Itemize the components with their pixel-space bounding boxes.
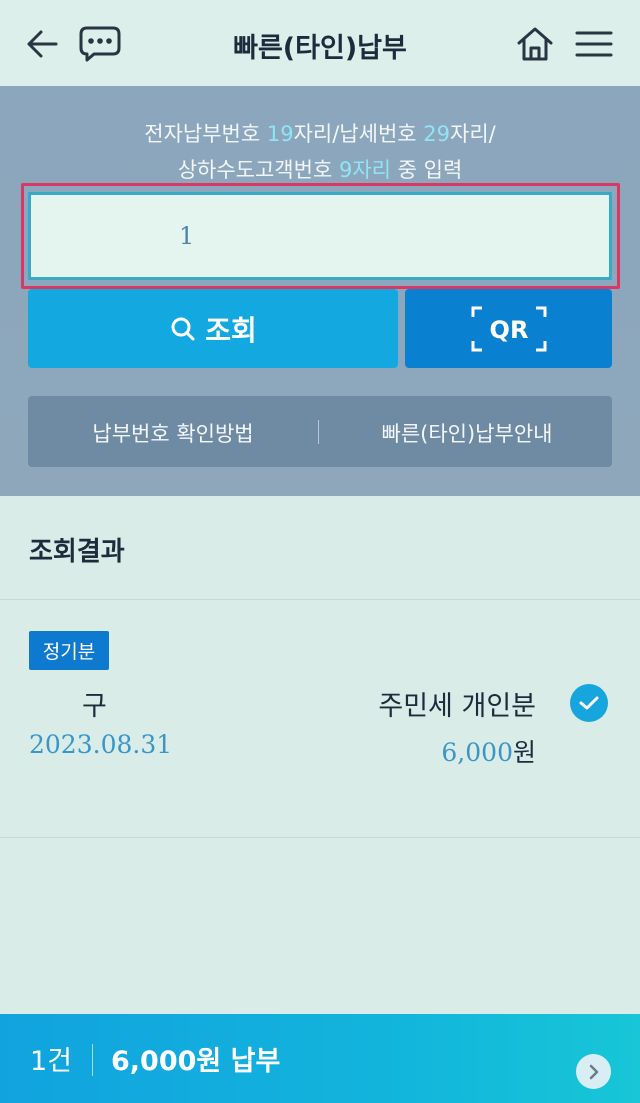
hamburger-menu-icon (575, 31, 613, 57)
result-divider-top (0, 599, 640, 600)
pay-bar-divider (92, 1044, 93, 1076)
guide-text: 자리/ (450, 122, 496, 146)
selected-count: 1건 (30, 1046, 73, 1077)
guide-text: 자리/납세번호 (293, 122, 424, 146)
home-button[interactable] (513, 22, 557, 66)
guide-line-1: 전자납부번호 19자리/납세번호 29자리/ (0, 116, 640, 152)
search-button[interactable]: 조회 (28, 289, 398, 368)
due-date: 2023.08.31 (29, 730, 173, 759)
region-label: 구 (82, 691, 107, 722)
pay-button-label: 6,000원 납부 (111, 1046, 281, 1077)
period-badge: 정기분 (29, 631, 109, 670)
qr-scan-icon: QR (471, 306, 546, 351)
guide-highlight-text: 19 (266, 122, 294, 146)
guide-text: 중 입력 (390, 158, 463, 182)
amount-value: 6,000 (441, 738, 513, 767)
qr-scan-button[interactable]: QR (405, 289, 612, 368)
item-checkbox[interactable] (570, 684, 608, 722)
pay-bar[interactable]: 1건 6,000원 납부 (0, 1014, 640, 1103)
search-panel: 전자납부번호 19자리/납세번호 29자리/ 상하수도고객번호 9자리 중 입력… (0, 86, 640, 496)
search-icon (169, 315, 197, 343)
payment-number-field[interactable] (28, 192, 612, 280)
tax-name: 주민세 개인분 (378, 691, 536, 722)
check-method-link[interactable]: 납부번호 확인방법 (28, 418, 318, 448)
payment-number-input[interactable] (31, 195, 609, 277)
help-link-bar: 납부번호 확인방법 빠른(타인)납부안내 (28, 396, 612, 467)
item-amount: 6,000원 (441, 733, 536, 769)
qr-label: QR (489, 316, 528, 344)
result-section-title: 조회결과 (29, 537, 125, 567)
guide-highlight-text: 9자리 (338, 158, 391, 182)
chevron-right-icon (576, 1054, 611, 1089)
guide-highlight-text: 29 (423, 122, 451, 146)
search-button-label: 조회 (205, 313, 257, 347)
check-icon (579, 696, 599, 710)
quick-pay-guide-link[interactable]: 빠른(타인)납부안내 (322, 418, 612, 448)
guide-text: 상하수도고객번호 (177, 158, 339, 182)
input-guide-text: 전자납부번호 19자리/납세번호 29자리/ 상하수도고객번호 9자리 중 입력 (0, 116, 640, 188)
app-header: 빠른(타인)납부 (0, 0, 640, 86)
menu-button[interactable] (572, 22, 616, 66)
result-divider-bottom (0, 837, 640, 838)
currency-unit: 원 (512, 738, 536, 767)
link-divider (318, 420, 319, 444)
home-icon (517, 27, 553, 61)
guide-text: 전자납부번호 (144, 122, 267, 146)
